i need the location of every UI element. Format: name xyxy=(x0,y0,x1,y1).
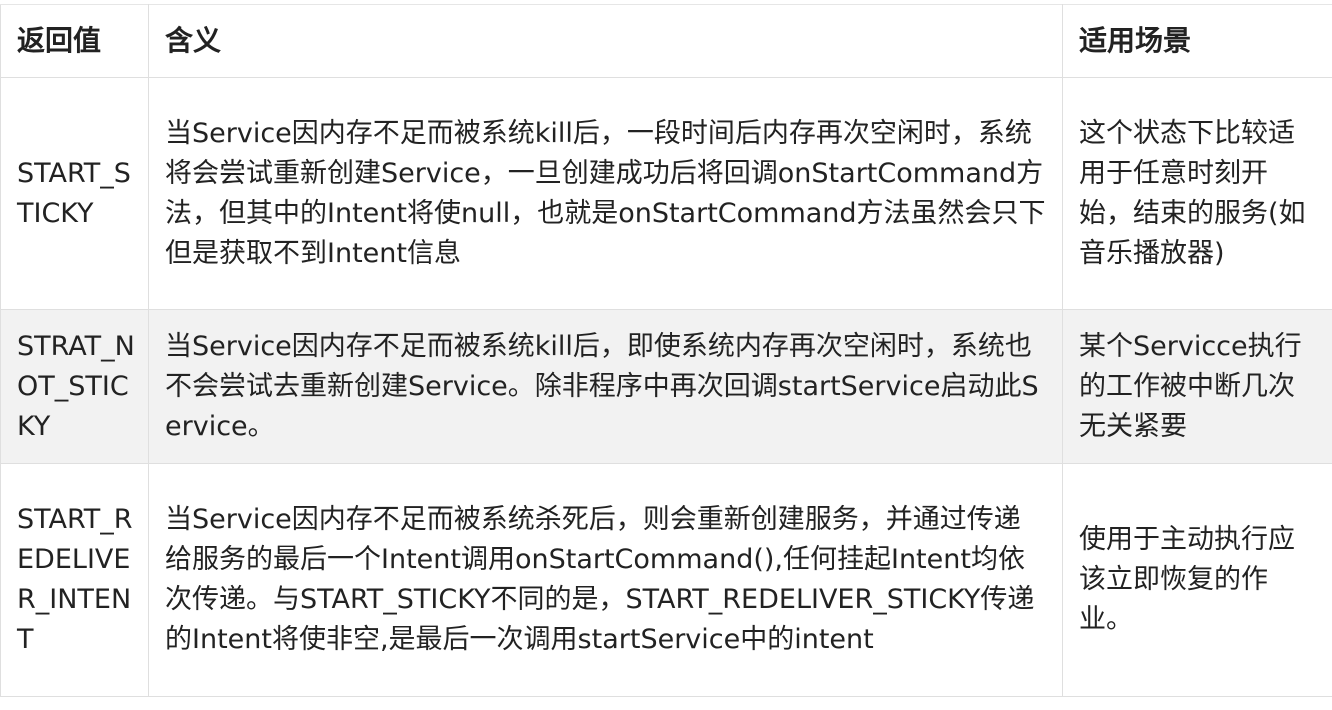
return-value-cell: START_REDELIVER_INTENT xyxy=(0,463,149,697)
table-row: START_STICKY 当Service因内存不足而被系统kill后，一段时间… xyxy=(0,77,1332,310)
table-row: STRAT_NOT_STICKY 当Service因内存不足而被系统kill后，… xyxy=(0,309,1332,464)
table-header-row: 返回值 含义 适用场景 xyxy=(0,4,1332,78)
header-return-value: 返回值 xyxy=(0,4,149,78)
meaning-cell: 当Service因内存不足而被系统kill后，即使系统内存再次空闲时，系统也不会… xyxy=(148,309,1063,464)
return-value-cell: STRAT_NOT_STICKY xyxy=(0,309,149,464)
return-value-cell: START_STICKY xyxy=(0,77,149,310)
scenario-cell: 这个状态下比较适用于任意时刻开始，结束的服务(如音乐播放器) xyxy=(1062,77,1332,310)
header-meaning: 含义 xyxy=(148,4,1063,78)
header-scenario: 适用场景 xyxy=(1062,4,1332,78)
scenario-cell: 使用于主动执行应该立即恢复的作业。 xyxy=(1062,463,1332,697)
return-values-table: 返回值 含义 适用场景 START_STICKY 当Service因内存不足而被… xyxy=(0,4,1332,697)
table-row: START_REDELIVER_INTENT 当Service因内存不足而被系统… xyxy=(0,463,1332,697)
meaning-cell: 当Service因内存不足而被系统kill后，一段时间后内存再次空闲时，系统将会… xyxy=(148,77,1063,310)
meaning-cell: 当Service因内存不足而被系统杀死后，则会重新创建服务，并通过传递给服务的最… xyxy=(148,463,1063,697)
scenario-cell: 某个Servicce执行的工作被中断几次无关紧要 xyxy=(1062,309,1332,464)
